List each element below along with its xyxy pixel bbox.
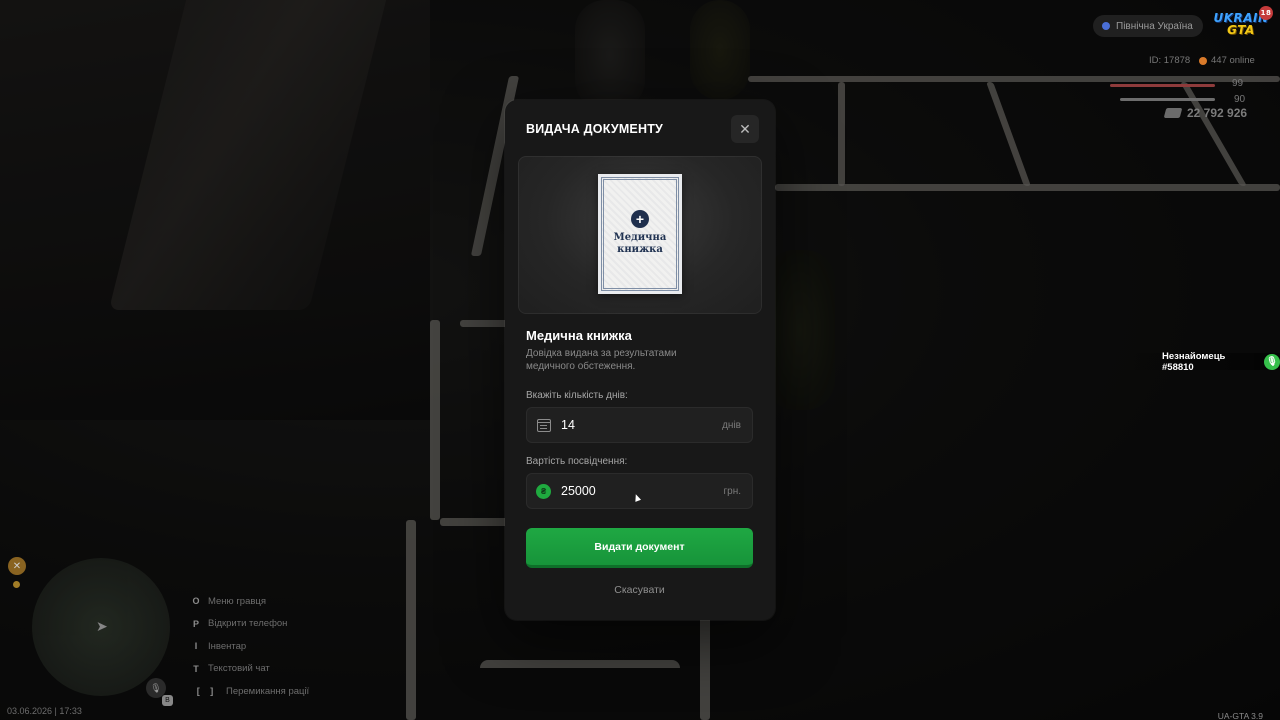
minimap: ➤ xyxy=(32,558,170,696)
hotkey-hint: I Інвентар xyxy=(190,635,309,658)
medical-cross-icon: + xyxy=(631,210,649,228)
date-time: 03.06.2026 | 17:33 xyxy=(7,706,82,716)
age-rating-badge: 18 xyxy=(1259,6,1273,20)
hotkey-hint: P Відкрити телефон xyxy=(190,613,309,636)
armor-bar xyxy=(1120,98,1215,101)
price-label: Вартість посвідчення: xyxy=(526,456,628,467)
nearby-player-tag: Незнайомець #58810 🎙 xyxy=(1120,350,1280,373)
close-button[interactable]: ✕ xyxy=(731,115,759,143)
voice-mic-icon: 🎙 xyxy=(1264,353,1280,370)
hotkey-key: P xyxy=(192,618,199,629)
hotkey-hint: T Текстовий чат xyxy=(190,658,309,681)
days-label: Вкажіть кількість днів: xyxy=(526,390,628,401)
status-dot-icon xyxy=(13,581,20,588)
hotkey-label: Інвентар xyxy=(208,640,247,652)
calendar-icon xyxy=(536,418,551,433)
online-count: 447 online xyxy=(1199,55,1255,66)
location-pin-icon xyxy=(1102,22,1110,30)
hotkey-hint: [ ] Перемикання рації xyxy=(190,680,309,703)
hotkey-label: Відкрити телефон xyxy=(208,618,288,630)
hotkey-label: Меню гравця xyxy=(208,595,266,607)
player-id: ID: 17878 xyxy=(1149,55,1191,66)
wanted-level-icon: ✕ xyxy=(8,557,26,575)
days-value[interactable]: 14 xyxy=(561,418,722,432)
hotkey-key: I xyxy=(194,641,198,652)
document-name: Медична книжка xyxy=(526,328,632,343)
hotkey-key: T xyxy=(193,663,199,674)
cancel-button[interactable]: Скасувати xyxy=(526,584,753,600)
hotkey-key: O xyxy=(192,596,200,607)
price-value[interactable]: 25000 xyxy=(561,484,723,498)
price-unit: грн. xyxy=(723,485,741,497)
money-display: 22 792 926 xyxy=(1163,106,1248,120)
online-icon xyxy=(1199,56,1207,65)
document-description: Довідка видана за результатами медичного… xyxy=(526,348,677,372)
days-input[interactable]: 14 днів xyxy=(526,407,753,443)
dialog-title: ВИДАЧА ДОКУМЕНТУ xyxy=(526,122,664,136)
currency-icon: ₴ xyxy=(536,483,551,499)
logo-bottom-text: GTA xyxy=(1227,23,1255,37)
hotkey-hint: O Меню гравця xyxy=(190,590,309,613)
money-amount: 22 792 926 xyxy=(1187,106,1248,120)
hotkey-key: [ ] xyxy=(196,686,214,697)
health-bar xyxy=(1110,84,1215,87)
region-indicator: Північна Україна xyxy=(1093,15,1203,37)
health-value: 99 xyxy=(1232,78,1244,89)
player-name: Незнайомець #58810 xyxy=(1162,350,1226,373)
server-logo: UKRAIN GTA 18 xyxy=(1213,6,1273,40)
online-count-text: 447 online xyxy=(1211,55,1255,66)
close-icon: ✕ xyxy=(739,120,751,137)
document-image-title: Медична книжка xyxy=(613,232,667,255)
issue-document-dialog: ВИДАЧА ДОКУМЕНТУ ✕ + Медична книжка Меди… xyxy=(505,100,775,620)
price-input[interactable]: ₴ 25000 грн. xyxy=(526,473,753,509)
game-version: UA-GTA 3.9 xyxy=(1217,711,1263,720)
region-name: Північна Україна xyxy=(1116,20,1193,32)
hotkey-label: Текстовий чат xyxy=(208,663,270,675)
player-arrow-icon: ➤ xyxy=(96,618,108,634)
document-preview: + Медична книжка xyxy=(518,156,762,314)
armor-value: 90 xyxy=(1234,94,1246,105)
issue-document-button[interactable]: Видати документ xyxy=(526,528,753,568)
hotkey-label: Перемикання рації xyxy=(226,685,310,697)
cash-icon xyxy=(1163,108,1183,118)
mic-hotkey: B xyxy=(162,695,173,706)
hotkey-hints: O Меню гравця P Відкрити телефон I Інвен… xyxy=(190,590,309,703)
document-frame: + Медична книжка xyxy=(601,177,679,291)
days-unit: днів xyxy=(722,419,741,431)
document-image: + Медична книжка xyxy=(598,174,682,294)
